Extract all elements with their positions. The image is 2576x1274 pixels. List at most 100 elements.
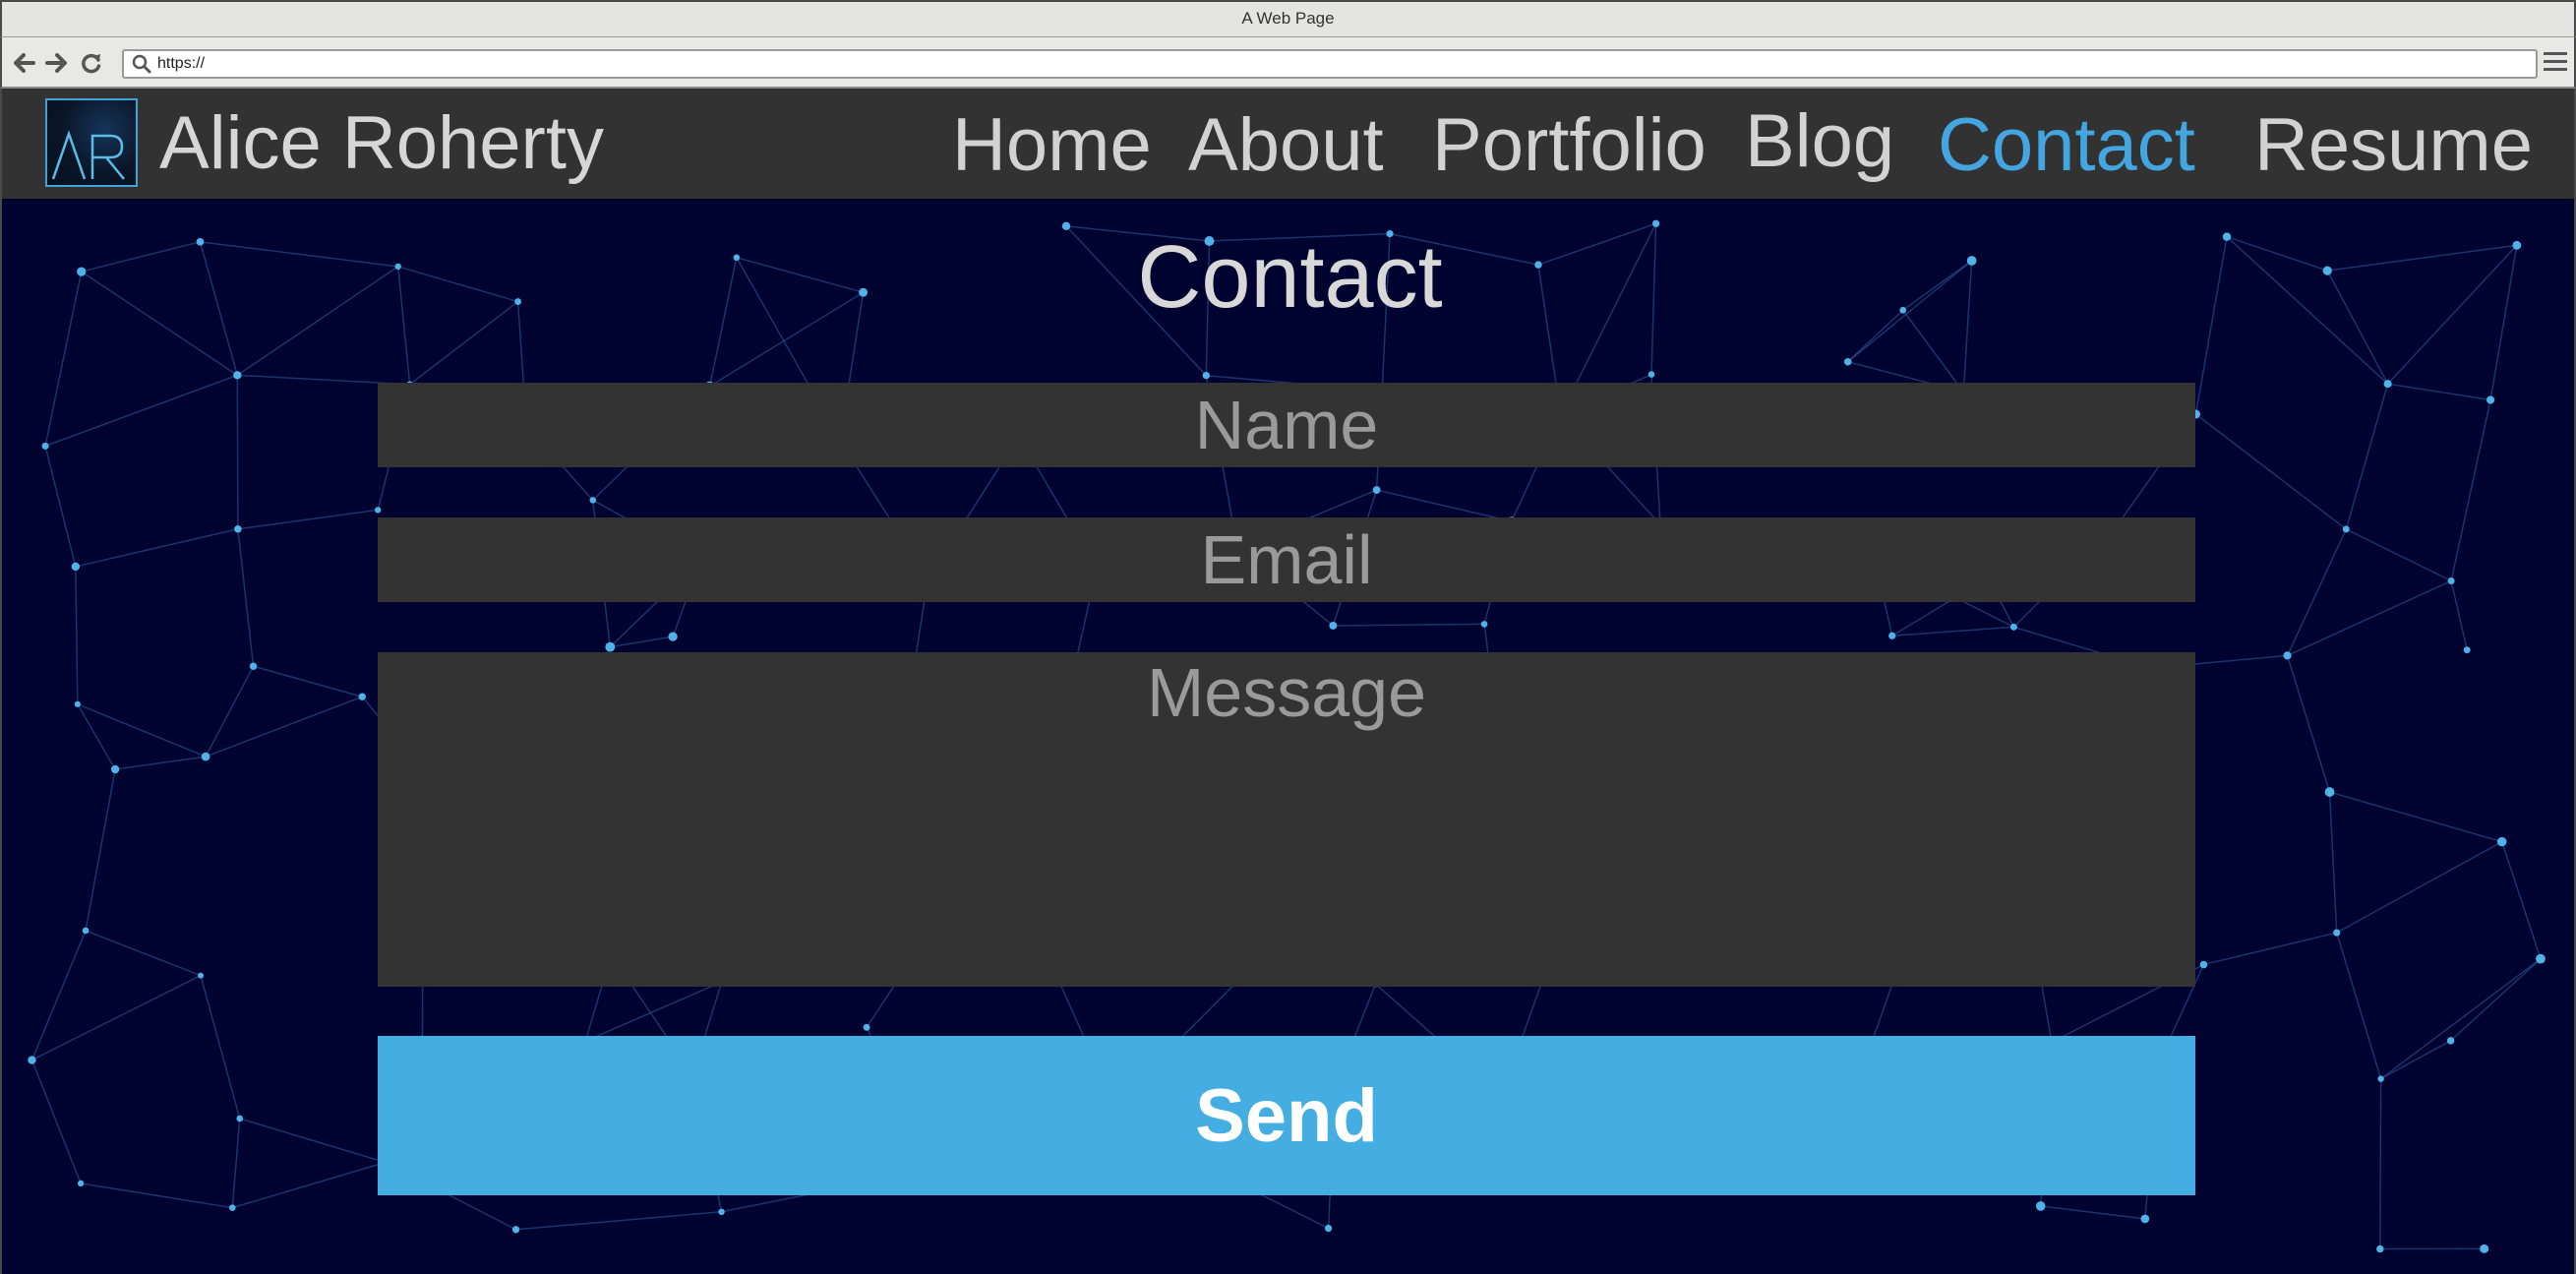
network-line — [253, 665, 363, 698]
hamburger-menu-icon[interactable] — [2544, 52, 2567, 74]
network-line — [2336, 840, 2503, 934]
network-line — [85, 930, 202, 977]
network-node — [2480, 1244, 2489, 1253]
forward-arrow-icon[interactable] — [43, 51, 69, 75]
address-bar[interactable] — [122, 49, 2538, 79]
site-name[interactable]: Alice Roherty — [159, 100, 604, 187]
network-node — [863, 1023, 870, 1031]
network-node — [718, 1208, 725, 1216]
network-line — [2450, 399, 2491, 581]
network-node — [2447, 576, 2455, 584]
email-input[interactable] — [378, 517, 2195, 602]
network-line — [584, 981, 723, 1043]
network-line — [75, 528, 239, 568]
network-line — [2345, 383, 2389, 530]
network-node — [2446, 1037, 2455, 1045]
network-line — [1891, 626, 2014, 637]
network-line — [2040, 1205, 2145, 1220]
network-line — [2379, 1078, 2382, 1249]
network-line — [232, 1161, 387, 1209]
network-node — [589, 497, 597, 504]
network-node — [77, 1180, 85, 1187]
network-node — [1888, 632, 1896, 639]
site-header: Alice Roherty Home About Portfolio Blog … — [0, 89, 2576, 199]
network-node — [198, 972, 205, 979]
main-content: Contact Send — [0, 199, 2576, 1274]
network-node — [236, 1115, 244, 1122]
network-node — [2140, 1214, 2150, 1224]
network-line — [2286, 655, 2331, 793]
network-node — [1843, 357, 1852, 366]
network-line — [2286, 528, 2347, 656]
network-node — [668, 632, 678, 641]
network-line — [77, 703, 116, 770]
nav-about[interactable]: About — [1188, 102, 1384, 189]
back-arrow-icon[interactable] — [12, 51, 37, 75]
network-node — [1202, 372, 1210, 380]
network-line — [239, 1118, 387, 1164]
network-node — [2376, 1244, 2384, 1253]
network-node — [2486, 395, 2495, 404]
nav-contact[interactable]: Contact — [1938, 102, 2195, 189]
network-line — [2195, 413, 2347, 530]
network-line — [231, 1118, 241, 1208]
network-node — [1325, 1224, 1333, 1233]
network-node — [2342, 525, 2350, 533]
page-title: Contact — [1137, 228, 1443, 327]
network-line — [2328, 792, 2338, 934]
network-node — [2035, 1201, 2046, 1211]
network-node — [2199, 960, 2208, 969]
network-line — [205, 665, 255, 758]
network-line — [77, 703, 207, 758]
network-line — [115, 756, 207, 770]
network-line — [31, 974, 202, 1062]
browser-toolbar — [0, 37, 2576, 89]
network-line — [30, 930, 87, 1061]
window-title: A Web Page — [1241, 9, 1335, 28]
network-line — [44, 446, 77, 568]
network-line — [75, 566, 79, 704]
network-node — [511, 1226, 520, 1234]
network-node — [2463, 646, 2471, 654]
network-node — [233, 371, 242, 380]
nav-home[interactable]: Home — [952, 102, 1152, 189]
network-node — [110, 764, 120, 774]
nav-resume[interactable]: Resume — [2254, 102, 2533, 189]
network-line — [2380, 1040, 2451, 1080]
nav-portfolio[interactable]: Portfolio — [1432, 102, 1707, 189]
network-line — [205, 696, 363, 758]
network-node — [2383, 380, 2392, 389]
network-line — [237, 509, 379, 530]
send-button[interactable]: Send — [378, 1036, 2195, 1195]
network-line — [2501, 841, 2542, 959]
network-node — [201, 752, 210, 761]
network-node — [82, 927, 90, 935]
browser-title-bar: A Web Page — [0, 0, 2576, 37]
network-line — [2329, 791, 2502, 843]
logo[interactable] — [45, 98, 138, 187]
network-node — [1480, 621, 1488, 628]
network-node — [2536, 953, 2546, 964]
network-line — [237, 528, 255, 667]
network-line — [2345, 528, 2452, 582]
network-line — [236, 375, 239, 529]
network-node — [2496, 836, 2507, 847]
nav-blog[interactable]: Blog — [1745, 98, 1894, 185]
message-textarea[interactable] — [378, 652, 2195, 987]
name-input[interactable] — [378, 383, 2195, 467]
reload-icon[interactable] — [79, 51, 104, 75]
network-node — [234, 524, 242, 533]
network-line — [30, 1060, 82, 1184]
logo-mark-icon — [51, 130, 125, 180]
network-node — [2324, 787, 2335, 797]
network-line — [2380, 958, 2542, 1080]
network-line — [2336, 932, 2382, 1079]
network-node — [1372, 486, 1381, 494]
network-line — [2287, 579, 2452, 657]
network-line — [200, 975, 241, 1120]
network-node — [74, 700, 81, 707]
network-node — [249, 662, 258, 670]
network-line — [1333, 623, 1485, 627]
url-input[interactable] — [155, 53, 2516, 75]
network-node — [229, 1204, 236, 1211]
